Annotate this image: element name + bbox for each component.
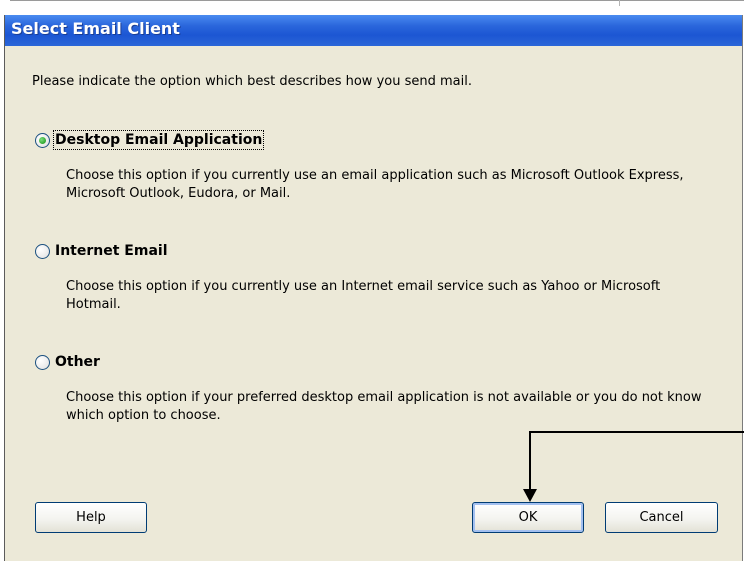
option-internet-email-label[interactable]: Internet Email (55, 243, 168, 259)
radio-selected-dot (39, 136, 46, 144)
option-desktop-email-label[interactable]: Desktop Email Application (52, 130, 265, 150)
instruction-text: Please indicate the option which best de… (32, 74, 472, 89)
annotation-arrow-vertical (529, 431, 531, 491)
dialog-title: Select Email Client (11, 19, 180, 38)
option-other[interactable]: Other (35, 354, 100, 370)
ok-button[interactable]: OK (472, 502, 584, 533)
background-window-divider (619, 0, 620, 6)
option-internet-email-description: Choose this option if you currently use … (66, 279, 661, 312)
help-button[interactable]: Help (35, 502, 147, 533)
select-email-client-dialog: Select Email Client Please indicate the … (4, 15, 743, 561)
radio-other[interactable] (35, 354, 50, 370)
radio-internet-email[interactable] (35, 243, 50, 259)
radio-desktop-email[interactable] (35, 132, 50, 148)
annotation-arrowhead-icon (523, 489, 537, 502)
cancel-button[interactable]: Cancel (605, 502, 718, 533)
option-other-label[interactable]: Other (55, 354, 100, 370)
option-internet-email[interactable]: Internet Email (35, 243, 168, 259)
option-desktop-email-description: Choose this option if you currently use … (66, 168, 684, 201)
option-desktop-email[interactable]: Desktop Email Application (35, 130, 265, 150)
dialog-titlebar[interactable]: Select Email Client (5, 15, 742, 46)
option-other-description: Choose this option if your preferred des… (66, 390, 702, 423)
background-window-edge (10, 0, 744, 2)
annotation-arrow-horizontal (529, 431, 744, 433)
